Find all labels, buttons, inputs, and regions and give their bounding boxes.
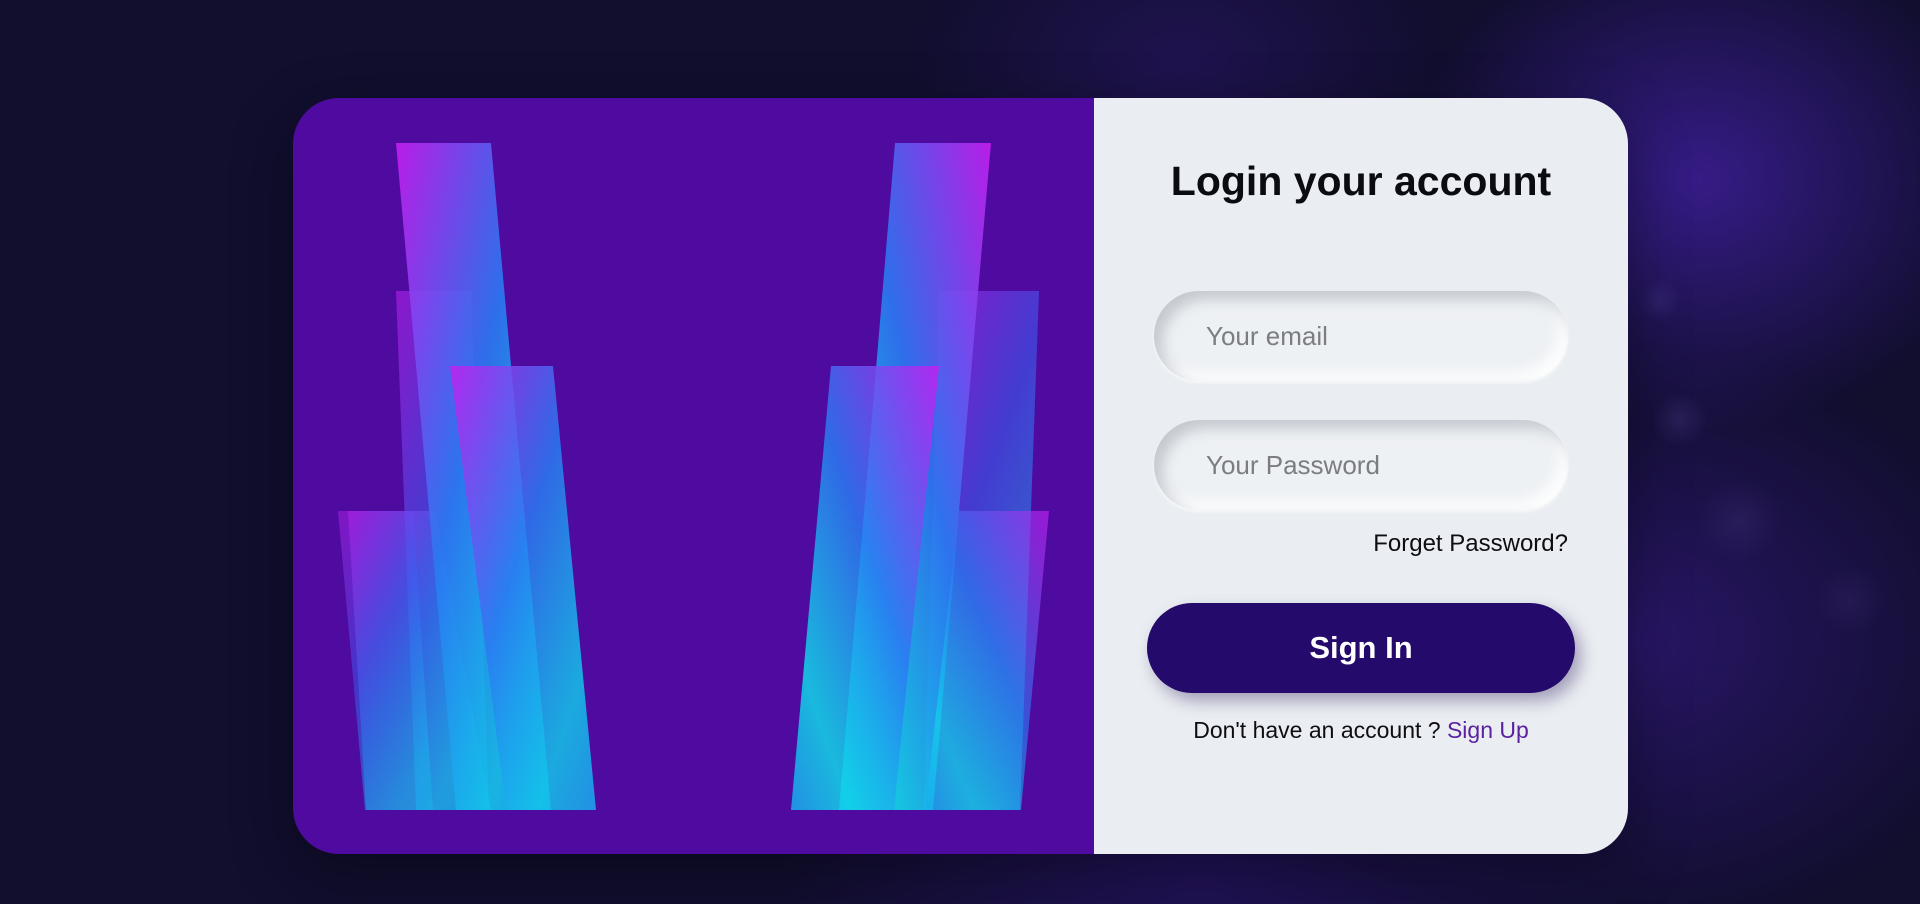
password-field[interactable] bbox=[1154, 420, 1568, 510]
decorative-art-panel bbox=[293, 98, 1094, 854]
signup-prompt: Don't have an account ? Sign Up bbox=[1094, 717, 1628, 744]
crystal-bars-illustration bbox=[338, 143, 1049, 810]
email-field-wrapper bbox=[1154, 291, 1568, 381]
email-field[interactable] bbox=[1154, 291, 1568, 381]
login-card: Login your account Forget Password? Sign… bbox=[293, 98, 1628, 854]
sign-in-button[interactable]: Sign In bbox=[1147, 603, 1575, 693]
sign-up-link[interactable]: Sign Up bbox=[1447, 717, 1529, 743]
no-account-text: Don't have an account ? bbox=[1193, 717, 1447, 743]
forgot-password-link[interactable]: Forget Password? bbox=[1373, 530, 1568, 558]
login-form-panel: Login your account Forget Password? Sign… bbox=[1094, 98, 1628, 854]
page-title: Login your account bbox=[1170, 158, 1552, 204]
password-field-wrapper bbox=[1154, 420, 1568, 510]
